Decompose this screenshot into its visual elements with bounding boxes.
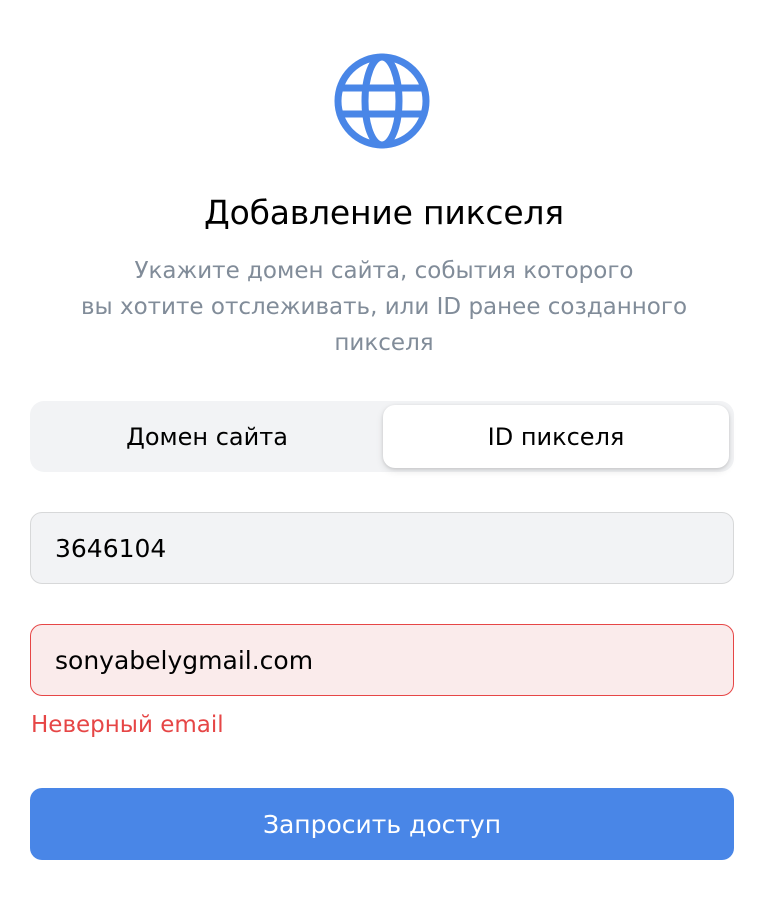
page-subtitle: Укажите домен сайта, события которого вы… <box>40 253 728 361</box>
request-access-button-label: Запросить доступ <box>262 809 502 839</box>
subtitle-line: пикселя <box>334 330 434 356</box>
tab-site-domain[interactable]: Домен сайта <box>34 405 380 468</box>
request-access-button[interactable]: Запросить доступ <box>30 788 734 860</box>
email-input[interactable] <box>55 645 709 675</box>
email-error-message: Неверный email <box>31 712 224 738</box>
subtitle-line: Укажите домен сайта, события которого <box>134 258 634 284</box>
email-field[interactable] <box>30 624 734 696</box>
tab-pixel-id[interactable]: ID пикселя <box>383 405 729 468</box>
pixel-id-input[interactable] <box>55 533 709 563</box>
page-title: Добавление пикселя <box>204 193 564 232</box>
pixel-id-field[interactable] <box>30 512 734 584</box>
subtitle-line: вы хотите отслеживать, или ID ранее созд… <box>80 294 688 320</box>
mode-segmented-control: Домен сайта ID пикселя <box>30 401 734 472</box>
globe-icon <box>334 53 430 149</box>
